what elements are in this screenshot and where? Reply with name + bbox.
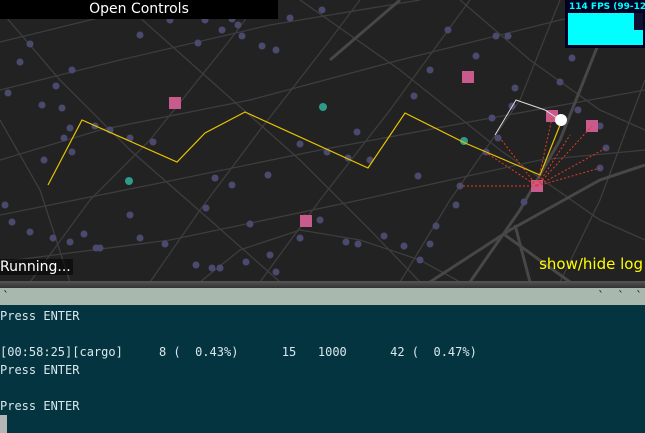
map-node — [8, 218, 16, 226]
map-node — [211, 174, 219, 182]
fps-meter[interactable]: 114 FPS (99-121) — [565, 0, 645, 48]
map-node — [472, 52, 480, 60]
map-node — [296, 234, 304, 242]
log-header-tick: ` — [3, 289, 9, 303]
log-header-tick: ` — [636, 289, 642, 303]
map-node — [228, 181, 236, 189]
map-node — [511, 84, 519, 92]
map-node — [354, 240, 362, 248]
status-text: Running... — [0, 259, 73, 275]
map-node — [272, 268, 280, 276]
map-node — [266, 251, 274, 259]
depot-marker[interactable] — [300, 215, 312, 227]
map-node — [504, 32, 512, 40]
map-node — [66, 238, 74, 246]
map-node — [492, 32, 500, 40]
map-node — [194, 39, 202, 47]
map-node — [66, 124, 74, 132]
map-node — [208, 264, 216, 272]
road-network — [0, 0, 645, 282]
map-node — [234, 21, 242, 29]
map-node — [202, 204, 210, 212]
map-node — [452, 201, 460, 209]
log-divider[interactable] — [0, 281, 645, 288]
log-header-tick: ` — [618, 289, 624, 303]
map-node — [400, 242, 408, 250]
map-node — [414, 172, 422, 180]
map-node — [272, 46, 280, 54]
map-node — [149, 138, 157, 146]
map-node — [416, 256, 424, 264]
map-node — [1, 201, 9, 209]
map-node — [318, 6, 326, 14]
map-node — [426, 66, 434, 74]
log-header-tick: ` — [598, 289, 604, 303]
map-node — [242, 258, 250, 266]
map-node — [410, 92, 418, 100]
map-node — [80, 230, 88, 238]
map-node — [568, 54, 576, 62]
map-node — [426, 240, 434, 248]
map-node — [602, 144, 610, 152]
map-node — [296, 140, 304, 148]
map-node — [520, 198, 528, 206]
map-node — [38, 101, 46, 109]
open-controls-button[interactable]: Open Controls — [0, 0, 278, 19]
map-node — [92, 244, 100, 252]
map-node — [488, 114, 496, 122]
map-node — [218, 26, 226, 34]
map-node — [16, 58, 24, 66]
map-node — [26, 40, 34, 48]
map-node — [574, 106, 582, 114]
map-node — [68, 66, 76, 74]
map-node — [4, 89, 12, 97]
agent-marker[interactable] — [319, 103, 327, 111]
console-line: Press ENTER — [0, 363, 80, 377]
map-node — [258, 42, 266, 50]
map-node — [40, 156, 48, 164]
depot-layer — [169, 71, 598, 227]
console-input-cursor[interactable] — [0, 415, 7, 433]
map-node — [52, 82, 60, 90]
map-node — [136, 31, 144, 39]
depot-marker[interactable] — [462, 71, 474, 83]
map-node — [216, 264, 224, 272]
map-node — [246, 220, 254, 228]
map-node — [264, 171, 272, 179]
map-node — [556, 78, 564, 86]
delivery-links — [460, 117, 607, 187]
map-node — [342, 238, 350, 246]
fps-label: 114 FPS (99-121) — [569, 2, 645, 12]
fps-graph — [568, 13, 643, 45]
map-node — [136, 234, 144, 242]
map-node — [192, 261, 200, 269]
map-node — [58, 104, 66, 112]
map-node — [432, 222, 440, 230]
map-node — [68, 148, 76, 156]
show-hide-log-button[interactable]: show/hide log — [539, 255, 643, 273]
fps-graph-gap — [634, 13, 643, 30]
depot-marker[interactable] — [169, 97, 181, 109]
active-vehicle — [555, 114, 567, 126]
map-node — [286, 14, 294, 22]
map-node — [60, 134, 68, 142]
log-console[interactable]: Press ENTER [00:58:25][cargo] 8 ( 0.43%)… — [0, 305, 645, 433]
map-node — [161, 240, 169, 248]
map-node — [26, 228, 34, 236]
map-node — [316, 216, 324, 224]
map-node — [380, 232, 388, 240]
map-node — [126, 211, 134, 219]
map-canvas[interactable] — [0, 0, 645, 282]
console-line: Press ENTER — [0, 399, 80, 413]
map-node — [49, 234, 57, 242]
log-header-bar: ` ` ` ` — [0, 288, 645, 305]
map-node — [444, 26, 452, 34]
console-line: [00:58:25][cargo] 8 ( 0.43%) 15 1000 42 … — [0, 345, 477, 359]
simulation-map[interactable]: Open Controls 114 FPS (99-121) Running..… — [0, 0, 645, 282]
agent-marker[interactable] — [125, 177, 133, 185]
vehicle-route-yellow — [47, 111, 561, 186]
map-node — [238, 32, 246, 40]
console-line: Press ENTER — [0, 309, 80, 323]
map-node — [353, 128, 361, 136]
